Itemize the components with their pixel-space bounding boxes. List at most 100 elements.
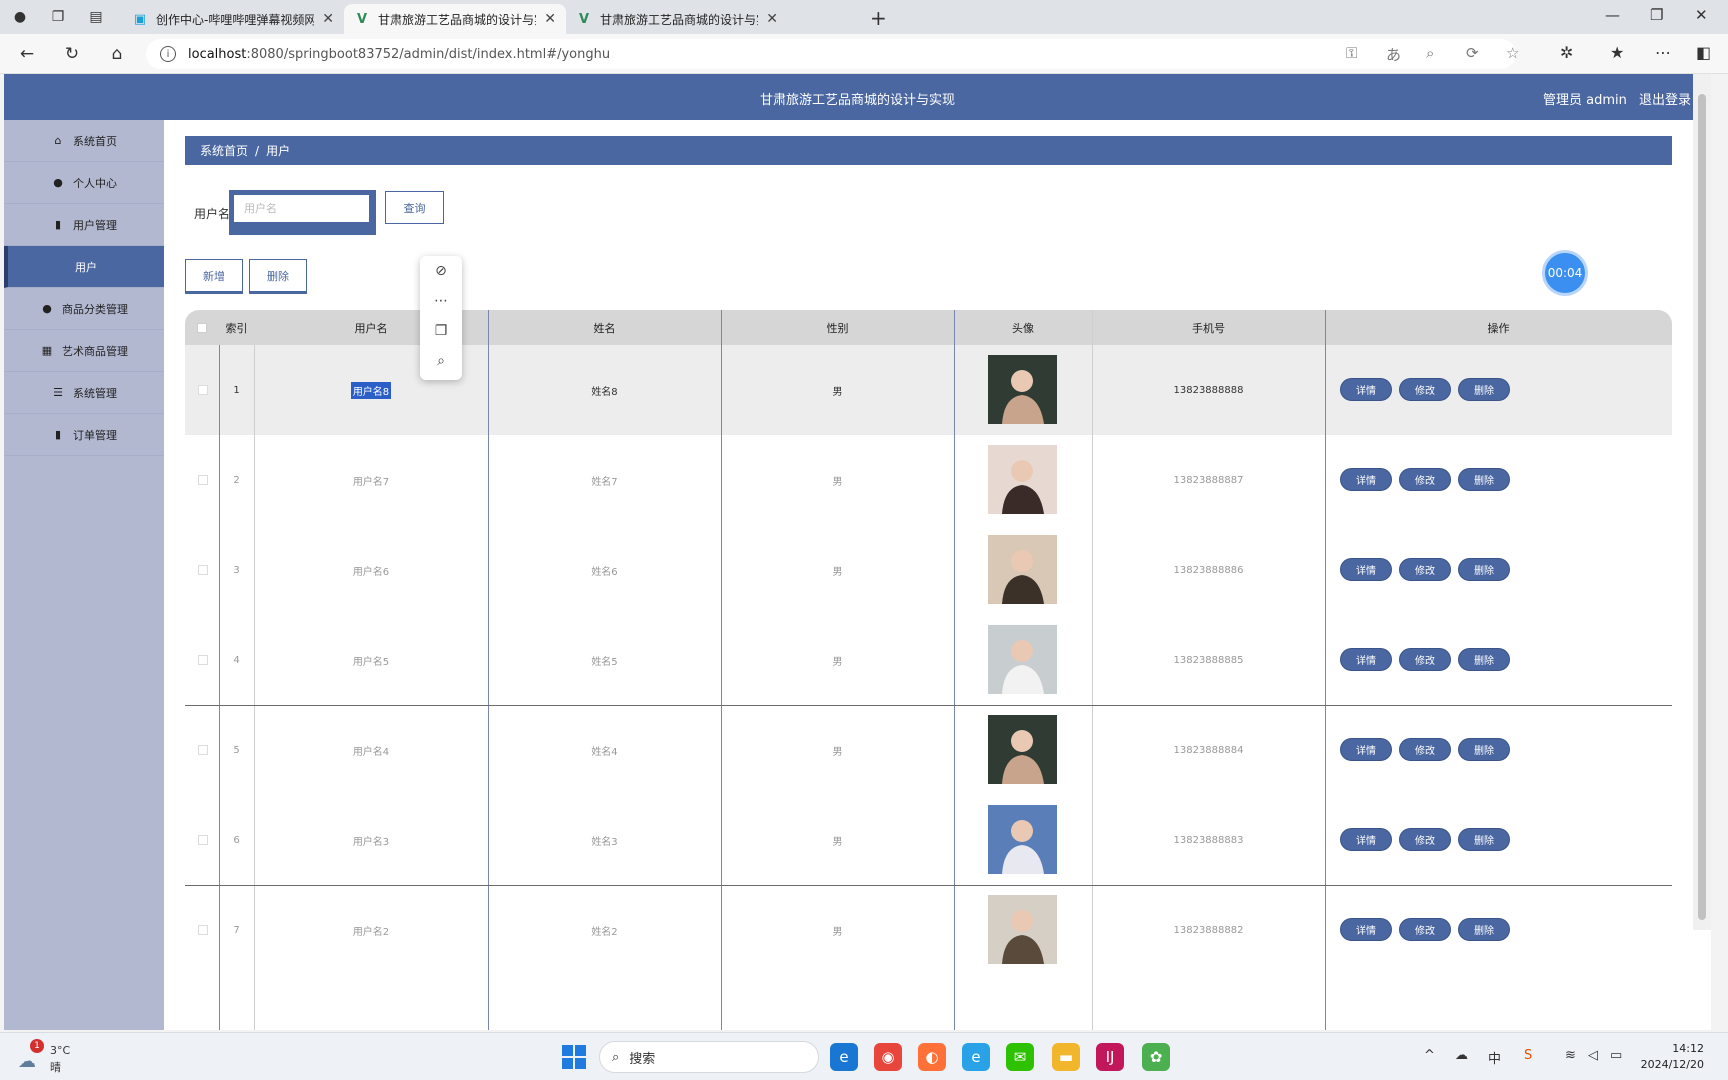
sync-icon[interactable]: ⟳ — [1466, 44, 1479, 62]
key-icon[interactable]: ⚿ — [1346, 44, 1357, 62]
detail-button[interactable]: 详情 — [1340, 378, 1392, 401]
sidebar-item-users[interactable]: 用户 — [4, 246, 164, 288]
detail-button[interactable]: 详情 — [1340, 828, 1392, 851]
username-search-input[interactable] — [234, 195, 369, 222]
edit-button[interactable]: 修改 — [1399, 918, 1451, 941]
edge-ai-icon[interactable]: e — [962, 1043, 990, 1071]
profile-icon[interactable]: ● — [10, 7, 30, 27]
chrome-icon[interactable]: ◉ — [874, 1043, 902, 1071]
delete-button[interactable]: 删除 — [249, 259, 307, 294]
breadcrumb-home[interactable]: 系统首页 — [200, 142, 248, 159]
ime-icon[interactable]: 中 — [1488, 1048, 1501, 1067]
edge-browser-icon[interactable]: e — [830, 1043, 858, 1071]
site-info-icon[interactable]: i — [160, 46, 176, 62]
row-checkbox[interactable] — [198, 475, 208, 485]
sidebar-toggle-icon[interactable]: ◧ — [1696, 43, 1711, 62]
sidebar-item-profile[interactable]: ● 个人中心 — [4, 162, 164, 204]
more-icon[interactable]: ⋯ — [420, 286, 462, 316]
row-checkbox[interactable] — [198, 835, 208, 845]
refresh-icon[interactable]: ↻ — [61, 43, 83, 65]
back-icon[interactable]: ← — [16, 43, 38, 65]
cloud-icon: ☁ — [18, 1051, 36, 1072]
close-icon[interactable]: ✕ — [544, 11, 556, 27]
delete-row-button[interactable]: 删除 — [1458, 558, 1510, 581]
detail-button[interactable]: 详情 — [1340, 738, 1392, 761]
workspaces-icon[interactable]: ❐ — [48, 7, 68, 27]
wechat-icon[interactable]: ✉ — [1006, 1043, 1034, 1071]
more-icon[interactable]: ⋯ — [1655, 43, 1671, 62]
detail-button[interactable]: 详情 — [1340, 558, 1392, 581]
tab-shop[interactable]: V 甘肃旅游工艺品商城的设计与实现 ✕ — [566, 4, 788, 34]
translate-icon[interactable]: あ — [1386, 44, 1401, 65]
app-tray-icon[interactable]: S — [1524, 1048, 1532, 1063]
close-icon[interactable]: ✕ — [322, 11, 334, 27]
edit-button[interactable]: 修改 — [1399, 648, 1451, 671]
taskbar-search[interactable]: ⌕ 搜索 — [599, 1041, 819, 1073]
minimize-icon[interactable]: — — [1605, 6, 1620, 24]
page-scrollbar[interactable] — [1693, 74, 1711, 930]
search-icon[interactable]: ⌕ — [420, 346, 462, 376]
select-all-checkbox[interactable] — [197, 322, 207, 333]
edit-button[interactable]: 修改 — [1399, 468, 1451, 491]
close-window-icon[interactable]: ✕ — [1695, 6, 1708, 24]
firefox-icon[interactable]: ◐ — [918, 1043, 946, 1071]
edit-button[interactable]: 修改 — [1399, 828, 1451, 851]
clock[interactable]: 14:12 2024/12/20 — [1641, 1041, 1704, 1073]
sidebar-item-product-management[interactable]: ▦ 艺术商品管理 — [4, 330, 164, 372]
tab-shop-active[interactable]: V 甘肃旅游工艺品商城的设计与实现 ✕ — [344, 4, 566, 34]
row-checkbox[interactable] — [198, 385, 208, 395]
file-explorer-icon[interactable]: ▬ — [1052, 1043, 1080, 1071]
edit-button[interactable]: 修改 — [1399, 738, 1451, 761]
scrollbar-thumb[interactable] — [1698, 94, 1706, 920]
delete-row-button[interactable]: 删除 — [1458, 918, 1510, 941]
app-icon[interactable]: ✿ — [1142, 1043, 1170, 1071]
row-checkbox[interactable] — [198, 745, 208, 755]
battery-icon[interactable]: ▭ — [1610, 1048, 1622, 1063]
delete-row-button[interactable]: 删除 — [1458, 378, 1510, 401]
sidebar-item-category-management[interactable]: ● 商品分类管理 — [4, 288, 164, 330]
sidebar-item-order-management[interactable]: ▮ 订单管理 — [4, 414, 164, 456]
delete-row-button[interactable]: 删除 — [1458, 468, 1510, 491]
row-checkbox[interactable] — [198, 565, 208, 575]
start-button[interactable] — [562, 1045, 586, 1069]
copy-icon[interactable]: ❐ — [420, 316, 462, 346]
detail-button[interactable]: 详情 — [1340, 918, 1392, 941]
extensions-icon[interactable]: ✲ — [1560, 43, 1573, 62]
row-checkbox[interactable] — [198, 655, 208, 665]
delete-row-button[interactable]: 删除 — [1458, 648, 1510, 671]
sidebar-item-system-management[interactable]: ☰ 系统管理 — [4, 372, 164, 414]
table-row: 5 用户名4 姓名4 男 13823888884 详情 修改 删除 — [185, 705, 1672, 795]
new-tab-icon[interactable]: + — [870, 6, 887, 30]
home-icon[interactable]: ⌂ — [106, 43, 128, 65]
url-field[interactable]: i localhost:8080/springboot83752/admin/d… — [146, 39, 1516, 69]
cell-phone: 13823888883 — [1173, 834, 1244, 846]
volume-icon[interactable]: ◁ — [1588, 1048, 1598, 1063]
tab-bilibili[interactable]: ▣ 创作中心-哔哩哔哩弹幕视频网 ✕ — [122, 4, 344, 34]
wifi-icon[interactable]: ≋ — [1565, 1048, 1576, 1063]
add-button[interactable]: 新增 — [185, 259, 243, 294]
username-text: 用户名7 — [352, 476, 390, 488]
recording-timer[interactable]: 00:04 — [1542, 250, 1588, 296]
tab-actions-icon[interactable]: ▤ — [86, 7, 106, 27]
detail-button[interactable]: 详情 — [1340, 648, 1392, 671]
table-row: 4 用户名5 姓名5 男 13823888885 详情 修改 删除 — [185, 615, 1672, 705]
logout-link[interactable]: 退出登录 — [1639, 93, 1691, 108]
hide-icon[interactable]: ⊘ — [420, 256, 462, 286]
intellij-icon[interactable]: IJ — [1096, 1043, 1124, 1071]
close-icon[interactable]: ✕ — [766, 11, 778, 27]
restore-icon[interactable]: ❐ — [1650, 6, 1663, 24]
detail-button[interactable]: 详情 — [1340, 468, 1392, 491]
favorite-star-icon[interactable]: ☆ — [1506, 44, 1519, 62]
sidebar-item-home[interactable]: ⌂ 系统首页 — [4, 120, 164, 162]
edit-button[interactable]: 修改 — [1399, 378, 1451, 401]
query-button[interactable]: 查询 — [385, 191, 444, 224]
sidebar-item-user-management[interactable]: ▮ 用户管理 — [4, 204, 164, 246]
zoom-icon[interactable]: ⌕ — [1426, 44, 1434, 62]
row-checkbox[interactable] — [198, 925, 208, 935]
chevron-up-icon[interactable]: ^ — [1424, 1048, 1435, 1063]
cloud-sync-icon[interactable]: ☁ — [1455, 1048, 1468, 1063]
edit-button[interactable]: 修改 — [1399, 558, 1451, 581]
delete-row-button[interactable]: 删除 — [1458, 738, 1510, 761]
delete-row-button[interactable]: 删除 — [1458, 828, 1510, 851]
favorites-icon[interactable]: ★ — [1610, 43, 1624, 62]
